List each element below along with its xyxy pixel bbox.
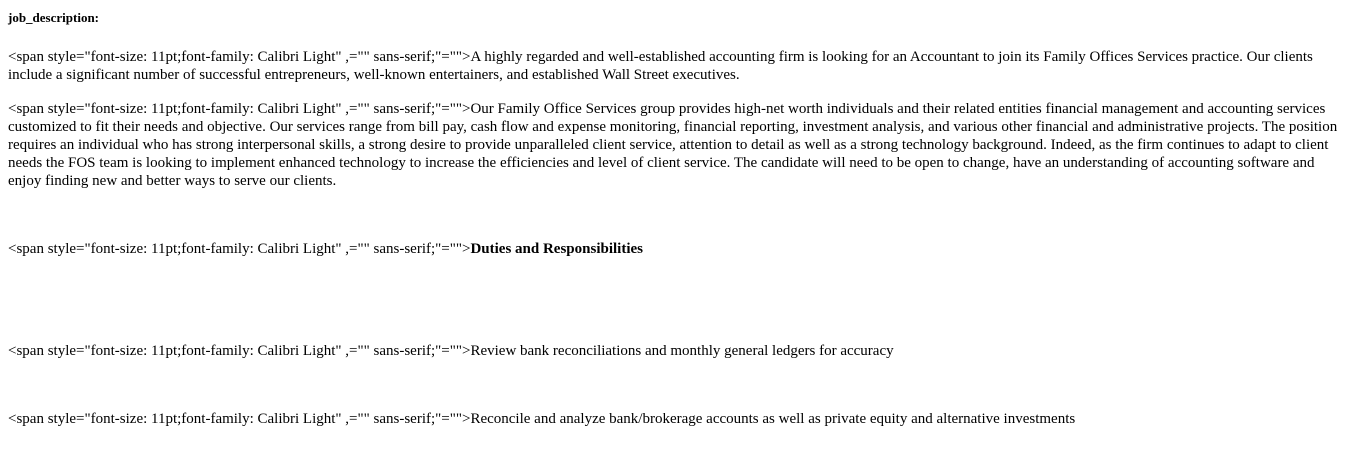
heading-text: Duties and Responsibilities: [470, 241, 643, 257]
raw-span-markup: <span style="font-size: 11pt;font-family…: [8, 101, 471, 117]
field-label: job_description:: [8, 10, 99, 25]
raw-span-markup: <span style="font-size: 11pt;font-family…: [8, 49, 471, 65]
raw-span-markup: <span style="font-size: 11pt;font-family…: [8, 241, 471, 257]
duties-heading: <span style="font-size: 11pt;font-family…: [8, 240, 1348, 258]
raw-span-markup: <span style="font-size: 11pt;font-family…: [8, 411, 471, 427]
raw-span-markup: <span style="font-size: 11pt;font-family…: [8, 343, 471, 359]
intro-paragraph: <span style="font-size: 11pt;font-family…: [8, 48, 1348, 84]
duty-text: Reconcile and analyze bank/brokerage acc…: [470, 411, 1076, 427]
duty-text: Review bank reconciliations and monthly …: [470, 343, 894, 359]
services-paragraph: <span style="font-size: 11pt;font-family…: [8, 100, 1348, 190]
duty-item: <span style="font-size: 11pt;font-family…: [8, 410, 1348, 428]
duty-item: <span style="font-size: 11pt;font-family…: [8, 342, 1348, 360]
